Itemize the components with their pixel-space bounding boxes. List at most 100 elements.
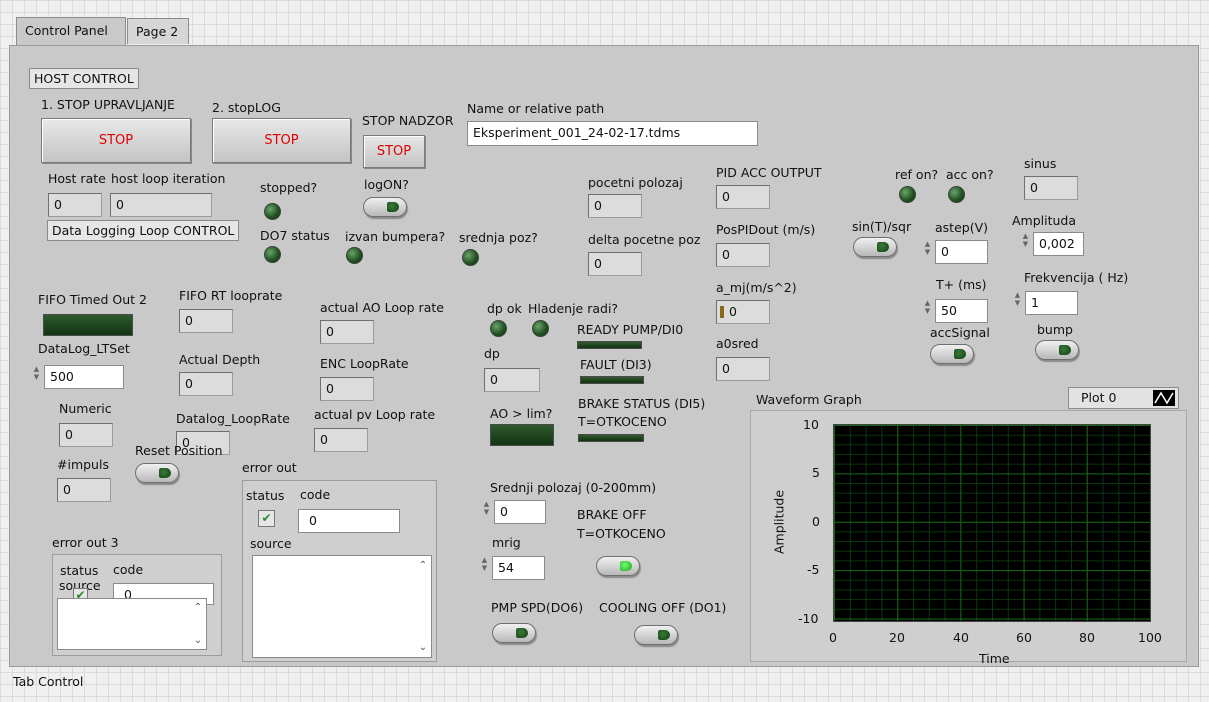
dp-ok-led — [490, 320, 507, 337]
host-rate-label: Host rate — [48, 171, 106, 186]
path-input[interactable]: Eksperiment_001_24-02-17.tdms — [467, 121, 758, 146]
plot-legend-label: Plot 0 — [1081, 390, 1117, 405]
logon-toggle[interactable] — [363, 197, 407, 217]
brake-off-sub-label: T=OTKOCENO — [577, 526, 666, 541]
actual-depth-label: Actual Depth — [179, 352, 261, 367]
graph-x-tick: 20 — [889, 630, 905, 645]
error-out-code-label: code — [300, 487, 331, 502]
frekvencija-label: Frekvencija ( Hz) — [1024, 270, 1129, 285]
dp-label: dp — [484, 346, 500, 361]
fifo-rt-looprate-label: FIFO RT looprate — [179, 288, 283, 303]
ref-on-led — [899, 186, 916, 203]
tab-control-panel[interactable]: Control Panel — [16, 17, 126, 45]
actual-pv-loop-rate-indicator: 0 — [314, 428, 368, 452]
mrig-input[interactable]: 54 — [492, 556, 545, 580]
reset-position-label: Reset Position — [135, 443, 223, 458]
plot-legend[interactable]: Plot 0 — [1068, 387, 1179, 409]
a-mj-indicator: 0 — [716, 300, 770, 324]
ao-lim-led — [490, 424, 554, 446]
waveform-plot-area[interactable] — [833, 424, 1151, 622]
ready-pump-led — [577, 341, 642, 349]
error-out-source-text: ⌃ ⌄ — [252, 555, 432, 658]
stop-upravljanje-button[interactable]: STOP — [41, 118, 191, 163]
reset-position-button[interactable] — [135, 463, 179, 483]
error-out-3-label: error out 3 — [52, 535, 119, 550]
scroll-down-icon[interactable]: ⌄ — [190, 635, 206, 646]
graph-x-axis-label: Time — [979, 651, 1010, 666]
mrig-spinner[interactable]: ▲ ▼ — [480, 556, 489, 580]
dp-ok-label: dp ok — [487, 301, 522, 316]
brake-status-sub-label: T=OTKOCENO — [578, 414, 667, 429]
graph-x-tick: 0 — [829, 630, 837, 645]
izvan-bumpera-label: izvan bumpera? — [345, 229, 446, 244]
stop-nadzor-label: STOP NADZOR — [362, 113, 454, 128]
acc-on-label: acc on? — [946, 167, 994, 182]
pid-acc-output-label: PID ACC OUTPUT — [716, 165, 822, 180]
brake-off-toggle[interactable] — [596, 556, 640, 576]
sin-sqr-toggle[interactable] — [853, 237, 897, 257]
numeric-label: Numeric — [59, 401, 112, 416]
tab-page-2[interactable]: Page 2 — [127, 18, 189, 44]
brake-off-label: BRAKE OFF — [577, 507, 647, 522]
do7-status-label: DO7 status — [260, 228, 330, 243]
ref-on-label: ref on? — [895, 167, 939, 182]
cooling-off-toggle[interactable] — [634, 625, 678, 645]
error-out-status-label: status — [246, 488, 285, 503]
actual-pv-loop-rate-label: actual pv Loop rate — [314, 407, 436, 422]
host-loop-iteration-indicator: 0 — [110, 193, 212, 217]
graph-x-tick: 40 — [953, 630, 969, 645]
datalog-ltset-spinner[interactable]: ▲ ▼ — [32, 365, 41, 389]
scroll-up-icon[interactable]: ⌃ — [415, 560, 431, 571]
accsignal-toggle[interactable] — [930, 344, 974, 364]
impuls-indicator: 0 — [57, 478, 111, 502]
pid-acc-output-indicator: 0 — [716, 185, 770, 209]
amplituda-spinner[interactable]: ▲ ▼ — [1021, 232, 1030, 256]
datalog-looprate-label: Datalog_LoopRate — [176, 411, 290, 426]
srednji-polozaj-spinner[interactable]: ▲ ▼ — [482, 500, 491, 524]
frekvencija-input[interactable]: 1 — [1025, 291, 1078, 315]
amplituda-input[interactable]: 0,002 — [1033, 232, 1084, 256]
t-plus-spinner[interactable]: ▲ ▼ — [923, 299, 932, 323]
graph-y-tick: 0 — [812, 514, 820, 529]
bump-toggle[interactable] — [1035, 340, 1079, 360]
dp-indicator: 0 — [484, 368, 540, 392]
pospidout-indicator: 0 — [716, 243, 770, 267]
delta-pocetne-poz-label: delta pocetne poz — [588, 232, 701, 247]
izvan-bumpera-led — [346, 247, 363, 264]
astep-input[interactable]: 0 — [935, 240, 988, 264]
accsignal-label: accSignal — [930, 325, 990, 340]
do7-status-led — [264, 246, 281, 263]
scroll-down-icon[interactable]: ⌄ — [415, 642, 431, 653]
pmp-spd-label: PMP SPD(DO6) — [491, 600, 584, 615]
stop-nadzor-button[interactable]: STOP — [363, 135, 425, 168]
stopped-led — [264, 203, 281, 220]
graph-x-tick: 80 — [1079, 630, 1095, 645]
delta-pocetne-poz-indicator: 0 — [588, 252, 642, 276]
stop-upravljanje-label: 1. STOP UPRAVLJANJE — [41, 97, 175, 112]
datalog-ltset-input[interactable]: 500 — [44, 365, 124, 389]
stop-log-button[interactable]: STOP — [212, 118, 351, 163]
pmp-spd-toggle[interactable] — [492, 623, 536, 643]
fifo-timed-out-label: FIFO Timed Out 2 — [38, 292, 147, 307]
frekvencija-spinner[interactable]: ▲ ▼ — [1013, 291, 1022, 315]
error-out-3-code-label: code — [113, 562, 144, 577]
bump-label: bump — [1037, 322, 1073, 337]
srednji-polozaj-input[interactable]: 0 — [494, 500, 546, 524]
numeric-indicator: 0 — [59, 423, 113, 447]
t-plus-label: T+ (ms) — [936, 277, 987, 292]
ready-pump-label: READY PUMP/DI0 — [577, 322, 684, 337]
pocetni-polozaj-label: pocetni polozaj — [588, 175, 683, 190]
data-logging-loop-control-button[interactable]: Data Logging Loop CONTROL — [47, 220, 240, 241]
graph-y-tick: 10 — [803, 417, 819, 432]
sinus-label: sinus — [1024, 156, 1057, 171]
a0sred-label: a0sred — [716, 336, 759, 351]
brake-status-label: BRAKE STATUS (DI5) — [578, 396, 706, 411]
astep-spinner[interactable]: ▲ ▼ — [923, 240, 932, 264]
a-mj-slide-marker — [720, 306, 724, 318]
host-loop-iteration-label: host loop iteration — [111, 171, 226, 186]
t-plus-input[interactable]: 50 — [935, 299, 988, 323]
graph-title: Waveform Graph — [756, 392, 862, 407]
scroll-up-icon[interactable]: ⌃ — [190, 602, 206, 613]
fifo-timed-out-led — [43, 314, 133, 336]
acc-on-led — [948, 186, 965, 203]
